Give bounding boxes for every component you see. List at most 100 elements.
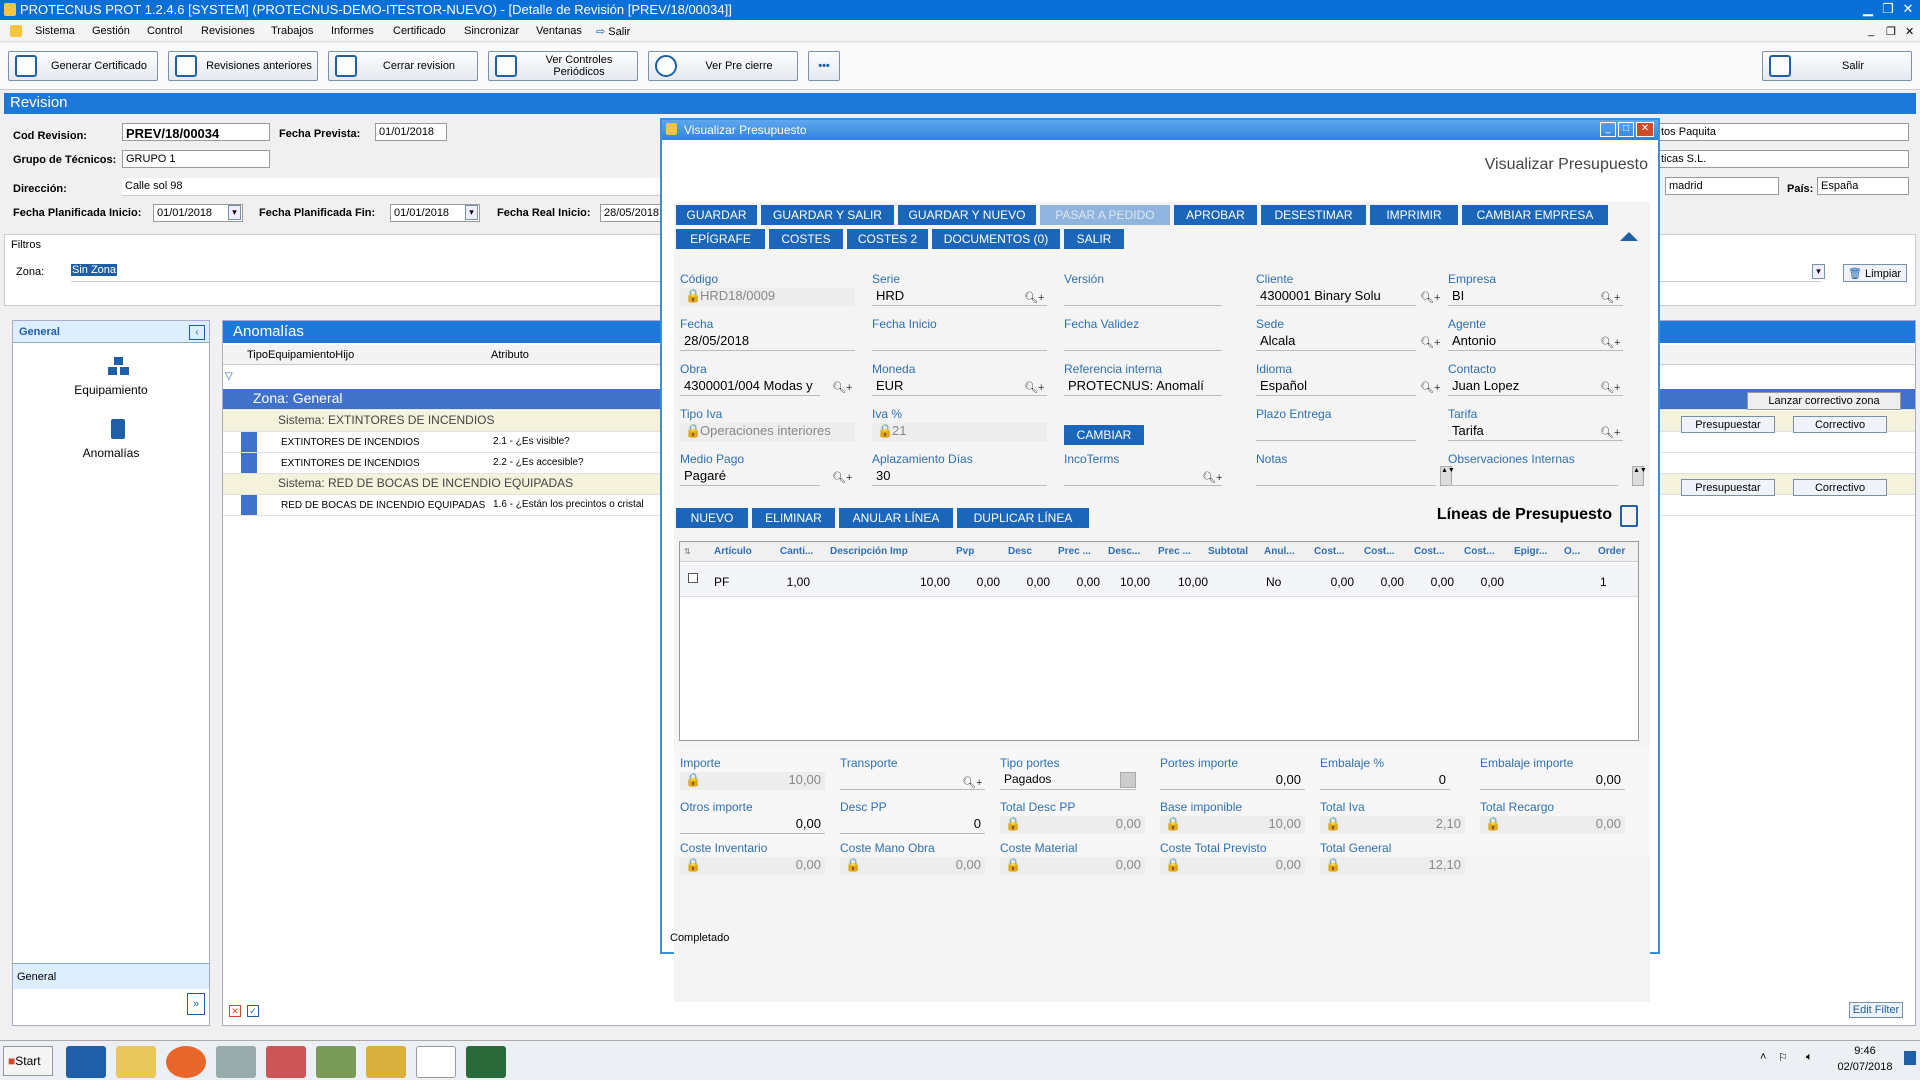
nav-item-anomalias[interactable]: Anomalías (13, 446, 209, 460)
notas-field[interactable] (1256, 468, 1436, 486)
generar-certificado-button[interactable]: Generar Certificado (8, 51, 158, 81)
close-button[interactable]: ✕ (1900, 2, 1916, 16)
col-cantidad[interactable]: Canti... (780, 546, 813, 557)
aprobar-button[interactable]: APROBAR (1174, 205, 1257, 225)
plazo-entrega-field[interactable] (1256, 423, 1416, 441)
search-icon[interactable]: 🔍︎+ (1024, 291, 1044, 304)
maximize-button[interactable]: ❐ (1880, 2, 1896, 16)
protecnus-app-icon[interactable] (416, 1046, 456, 1078)
pais-field[interactable]: España (1817, 177, 1909, 195)
correctivo-button[interactable]: Correctivo (1793, 416, 1887, 433)
child-close-button[interactable]: ✕ (1905, 25, 1914, 38)
col-articulo[interactable]: Artículo (714, 546, 752, 557)
costes2-button[interactable]: COSTES 2 (847, 229, 928, 249)
search-icon[interactable]: 🔍︎+ (832, 471, 852, 484)
child-restore-button[interactable]: ❐ (1886, 25, 1896, 38)
search-icon[interactable]: 🔍︎+ (1600, 381, 1620, 394)
more-options-button[interactable]: ••• (808, 51, 840, 81)
obra-field[interactable]: 4300001/004 Modas y (680, 378, 820, 396)
close-button[interactable]: ✕ (1636, 122, 1654, 137)
observaciones-spinner[interactable]: ▲▼ (1632, 466, 1647, 486)
search-icon[interactable]: 🔍︎+ (1420, 381, 1440, 394)
version-field[interactable] (1064, 288, 1222, 306)
firefox-icon[interactable] (166, 1046, 206, 1078)
salir-button[interactable]: SALIR (1064, 229, 1124, 249)
lanzar-correctivo-button[interactable]: Lanzar correctivo zona (1747, 392, 1901, 410)
referencia-interna-field[interactable]: PROTECNUS: Anomalí (1064, 378, 1222, 396)
explorer-icon[interactable] (116, 1046, 156, 1078)
terminal-icon[interactable] (466, 1046, 506, 1078)
moneda-field[interactable]: EUR (872, 378, 1047, 396)
salir-button[interactable]: Salir (1762, 51, 1912, 81)
guardar-y-nuevo-button[interactable]: GUARDAR Y NUEVO (898, 205, 1036, 225)
collapse-up-icon[interactable] (1620, 232, 1638, 241)
clear-filter-icon[interactable]: ✕ (229, 1005, 241, 1017)
search-icon[interactable]: 🔍︎+ (1024, 381, 1044, 394)
documentos-button[interactable]: DOCUMENTOS (0) (932, 229, 1060, 249)
col-coste4[interactable]: Cost... (1464, 546, 1495, 557)
contacto-field[interactable]: Juan Lopez (1448, 378, 1623, 396)
fecha-validez-field[interactable] (1064, 333, 1222, 351)
powershell-icon[interactable] (66, 1046, 106, 1078)
eliminar-button[interactable]: ELIMINAR (752, 508, 835, 528)
col-atributo[interactable]: Atributo (491, 349, 529, 361)
incoterms-field[interactable] (1064, 468, 1222, 486)
desestimar-button[interactable]: DESESTIMAR (1261, 205, 1366, 225)
fecha-prevista-field[interactable]: 01/01/2018 (375, 123, 447, 141)
row-checkbox[interactable] (688, 573, 698, 583)
col-desc2[interactable]: Desc... (1108, 546, 1140, 557)
search-icon[interactable]: 🔍︎+ (962, 776, 982, 789)
col-tipo-equipamiento[interactable]: TipoEquipamientoHijo (247, 349, 354, 361)
presupuestar-button[interactable]: Presupuestar (1681, 416, 1775, 433)
chevron-down-icon[interactable]: ▾ (1812, 264, 1825, 279)
maximize-button[interactable]: □ (1618, 122, 1634, 137)
fecha-real-inicio-field[interactable]: 28/05/2018 (600, 204, 662, 222)
col-o[interactable]: O... (1564, 546, 1580, 557)
menu-trabajos[interactable]: Trabajos (271, 25, 313, 37)
tools-icon[interactable] (266, 1046, 306, 1078)
components-icon[interactable] (366, 1046, 406, 1078)
guardar-button[interactable]: GUARDAR (676, 205, 757, 225)
export-icon[interactable] (1620, 505, 1638, 527)
sort-icon[interactable]: ⇅ (684, 547, 691, 556)
desc-pp-field[interactable]: 0 (840, 816, 985, 834)
search-icon[interactable]: 🔍︎+ (1420, 291, 1440, 304)
collapse-button[interactable]: ‹ (189, 325, 205, 340)
volume-icon[interactable]: 🔈︎ (1806, 1051, 1813, 1064)
col-anulada[interactable]: Anul... (1264, 546, 1295, 557)
pasar-a-pedido-button[interactable]: PASAR A PEDIDO (1040, 205, 1170, 225)
child-minimize-button[interactable]: _ (1868, 25, 1874, 37)
observaciones-field[interactable] (1448, 468, 1618, 486)
tarifa-field[interactable]: Tarifa (1448, 423, 1623, 441)
grupo-tecnicos-field[interactable]: GRUPO 1 (122, 150, 270, 168)
clock-date[interactable]: 02/07/2018 (1830, 1061, 1900, 1073)
col-coste1[interactable]: Cost... (1314, 546, 1345, 557)
start-button[interactable]: ■Start (3, 1046, 53, 1076)
cambiar-button[interactable]: CAMBIAR (1064, 425, 1144, 445)
notification-icon[interactable] (1904, 1051, 1916, 1065)
fecha-inicio-field[interactable] (872, 333, 1047, 351)
guardar-y-salir-button[interactable]: GUARDAR Y SALIR (761, 205, 894, 225)
search-icon[interactable]: 🔍︎+ (1600, 426, 1620, 439)
agente-field[interactable]: Antonio (1448, 333, 1623, 351)
correctivo-button[interactable]: Correctivo (1793, 479, 1887, 496)
portes-importe-field[interactable]: 0,00 (1160, 772, 1305, 790)
server-manager-icon[interactable] (216, 1046, 256, 1078)
duplicar-linea-button[interactable]: DUPLICAR LÍNEA (957, 508, 1089, 528)
embalaje-importe-field[interactable]: 0,00 (1480, 772, 1625, 790)
network-icon[interactable] (316, 1046, 356, 1078)
expand-down-button[interactable]: » (187, 993, 205, 1015)
cerrar-revision-button[interactable]: Cerrar revision (328, 51, 478, 81)
chevron-down-icon[interactable]: ▾ (465, 205, 478, 220)
col-epigrafe[interactable]: Epigr... (1514, 546, 1547, 557)
cliente-field[interactable]: 4300001 Binary Solu (1256, 288, 1416, 306)
menu-certificado[interactable]: Certificado (393, 25, 446, 37)
search-icon[interactable]: 🔍︎+ (1600, 291, 1620, 304)
filter-icon[interactable]: ▽ (225, 371, 233, 382)
col-prec2[interactable]: Prec ... (1158, 546, 1191, 557)
table-row[interactable]: PF 1,00 10,00 0,00 0,00 0,00 10,00 10,00… (680, 563, 1638, 597)
menu-salir[interactable]: ⇨ Salir (596, 25, 630, 38)
app-menu-icon[interactable] (10, 25, 22, 37)
imprimir-button[interactable]: IMPRIMIR (1370, 205, 1458, 225)
menu-sincronizar[interactable]: Sincronizar (464, 25, 519, 37)
